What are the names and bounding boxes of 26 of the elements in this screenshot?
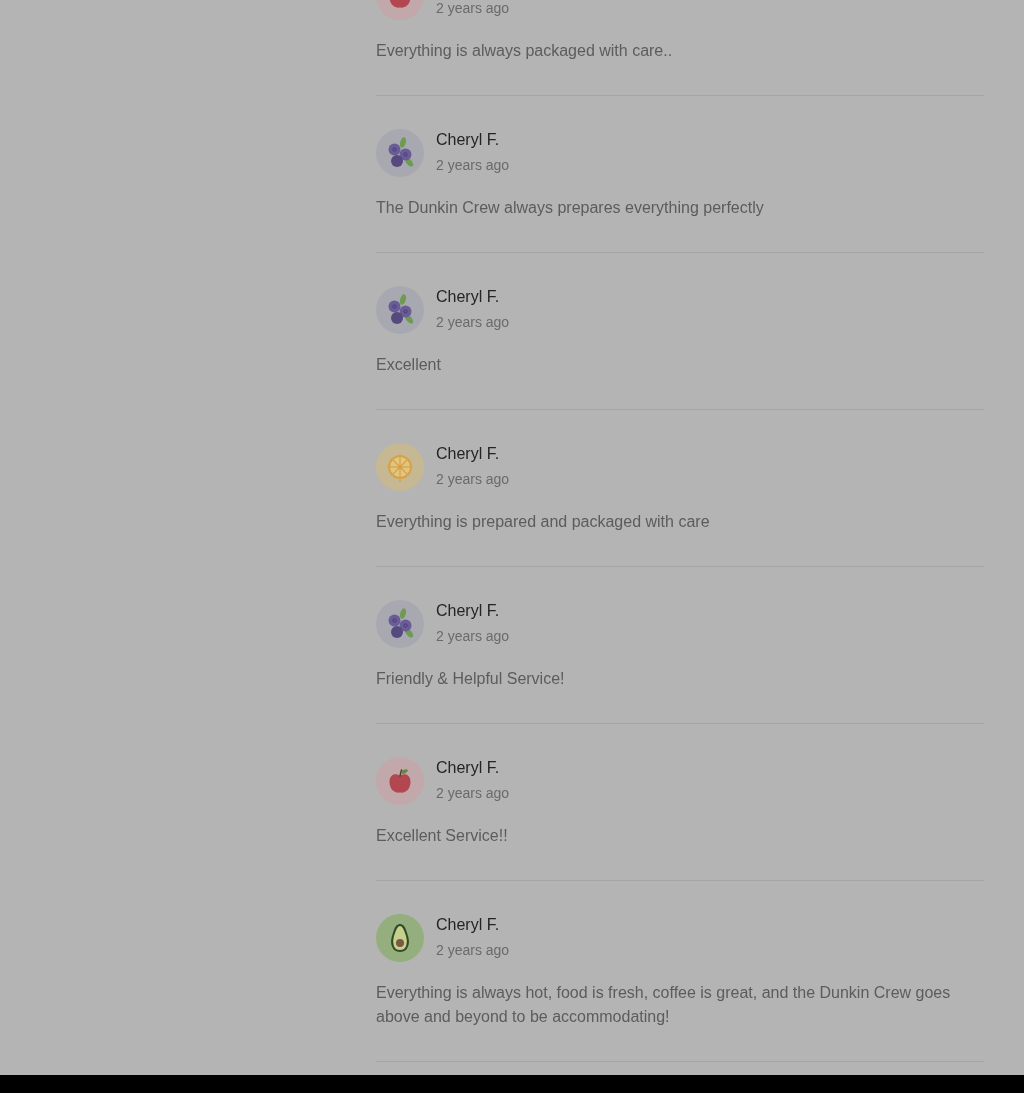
review-time: 2 years ago [436,627,510,646]
reviewer-name: Cheryl F. [436,758,500,778]
reviewer-name: Cheryl F. [436,444,500,464]
review-time: 2 years ago [436,0,510,18]
review-text: Everything is always hot, food is fresh, coffee is great, and the Dunkin Crew goes above and beyond to be accommodating! [376,983,952,1027]
reviewer-name: Cheryl F. [436,287,500,307]
blueberries-icon [376,129,424,177]
review-text: Excellent Service!! [376,826,508,846]
review-time: 2 years ago [436,784,510,803]
review-text: Everything is prepared and packaged with care [376,512,710,532]
review-text: Excellent [376,355,441,375]
apple-icon [376,757,424,805]
review-text: The Dunkin Crew always prepares everything perfectly [376,198,764,218]
review-time: 2 years ago [436,156,510,175]
blueberries-icon [376,600,424,648]
review-time: 2 years ago [436,313,510,332]
reviewer-name: Cheryl F. [436,130,500,150]
citrus-slice-icon [376,443,424,491]
review-time: 2 years ago [436,470,510,489]
review-text: Friendly & Helpful Service! [376,669,565,689]
blueberries-icon [376,286,424,334]
reviewer-name: Cheryl F. [436,915,500,935]
reviewer-name: Cheryl F. [436,601,500,621]
review-text: Everything is always packaged with care.. [376,41,673,61]
review-time: 2 years ago [436,941,510,960]
avocado-icon [376,914,424,962]
